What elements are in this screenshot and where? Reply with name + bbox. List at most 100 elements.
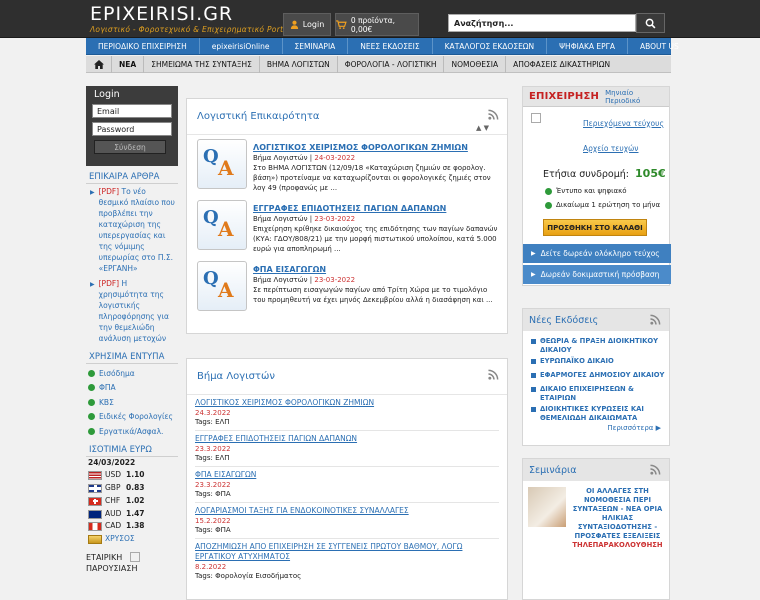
square-bullet-icon (531, 407, 536, 412)
forms-item-label: ΚΒΣ (99, 397, 114, 407)
feature-item: Δικαίωμα 1 ερώτηση το μήνα (545, 201, 660, 209)
rss-icon[interactable] (650, 314, 661, 325)
fx-row[interactable]: ΧΡΥΣΟΣ (86, 533, 178, 546)
email-field[interactable] (92, 104, 172, 118)
search-icon (645, 18, 656, 28)
subnav-apofaseis[interactable]: ΑΠΟΦΑΣΕΙΣ ΔΙΚΑΣΤΗΡΙΩΝ (506, 56, 617, 73)
article-item[interactable]: ▶ [PDF] Η χρησιμότητα της λογιστικής πλη… (86, 276, 178, 346)
seminar-item[interactable]: ΟΙ ΑΛΛΑΓΕΣ ΣΤΗ ΝΟΜΟΘΕΣΙΑ ΠΕΡΙ ΣΥΝΤΑΞΕΩΝ … (523, 481, 669, 556)
magazine-brand[interactable]: ΕΠΙΧΕΙΡΗΣΗ (529, 91, 599, 102)
rss-icon[interactable] (650, 464, 661, 475)
free-issue-link[interactable]: ▶ Δείτε δωρεάν ολόκληρο τεύχος (523, 244, 671, 263)
nav-about[interactable]: ABOUT US (628, 38, 691, 54)
article-title: Το νέο θεσμικό πλαίσιο που προβλέπει την… (98, 187, 175, 273)
flag-usa-icon (88, 471, 102, 481)
release-item[interactable]: ΘΕΩΡΙΑ & ΠΡΑΞΗ ΔΙΟΙΚΗΤΙΚΟΥ ΔΙΚΑΙΟΥ (523, 336, 669, 356)
nav-psifiaka[interactable]: ΨΗΦΙΑΚΑ ΕΡΓΑ (547, 38, 628, 54)
more-releases-link[interactable]: Περισσότερα ▶ (523, 424, 669, 432)
subnav-simeioma[interactable]: ΣΗΜΕΙΩΜΑ ΤΗΣ ΣΥΝΤΑΞΗΣ (144, 55, 260, 73)
news-item[interactable]: QA ΕΓΓΡΑΦΕΣ ΕΠΙΔΟΤΗΣΕΙΣ ΠΑΓΙΩΝ ΔΑΠΑΝΩΝ Β… (187, 196, 507, 257)
search-input[interactable] (448, 14, 636, 32)
vima-item-date: 8.2.2022 (195, 563, 227, 571)
news-item-title[interactable]: ΕΓΓΡΑΦΕΣ ΕΠΙΔΟΤΗΣΕΙΣ ΠΑΓΙΩΝ ΔΑΠΑΝΩΝ (253, 204, 499, 213)
seminar-image[interactable] (528, 487, 566, 527)
release-item[interactable]: ΔΙΟΙΚΗΤΙΚΕΣ ΚΥΡΩΣΕΙΣ ΚΑΙ ΘΕΜΕΛΙΩΔΗ ΔΙΚΑΙ… (523, 404, 669, 424)
login-box: Login Σύνδεση (86, 86, 178, 166)
release-item[interactable]: ΕΥΡΩΠΑΪΚΟ ΔΙΚΑΙΟ (523, 356, 669, 370)
fx-value: 1.10 (126, 470, 145, 480)
news-panel-header: Λογιστική Επικαιρότητα ▲ ▼ (187, 99, 507, 135)
vima-item[interactable]: ΛΟΓΙΣΤΙΚΟΣ ΧΕΙΡΙΣΜΟΣ ΦΟΡΟΛΟΓΙΚΩΝ ΖΗΜΙΩΝ … (195, 395, 499, 431)
login-button-label: Login (302, 20, 325, 29)
seminars-box: Σεμινάρια ΟΙ ΑΛΛΑΓΕΣ ΣΤΗ ΝΟΜΟΘΕΣΙΑ ΠΕΡΙ … (522, 458, 670, 600)
user-icon (290, 20, 298, 29)
nav-periodiko[interactable]: ΠΕΡΙΟΔΙΚΟ ΕΠΙΧΕΙΡΗΣΗ (86, 38, 200, 54)
vima-item-title[interactable]: ΑΠΟΖΗΜΙΩΣΗ ΑΠΟ ΕΠΙΧΕΙΡΗΣΗ ΣΕ ΣΥΓΓΕΝΕΙΣ Π… (195, 542, 499, 562)
vima-item[interactable]: ΦΠΑ ΕΙΣΑΓΩΓΩΝ 23.3.2022 Tags: ΦΠΑ (195, 467, 499, 503)
price-value: 105€ (635, 167, 666, 180)
login-submit-button[interactable]: Σύνδεση (94, 140, 166, 154)
rss-icon[interactable] (488, 109, 499, 120)
subnav-forologia[interactable]: ΦΟΡΟΛΟΓΙΑ - ΛΟΓΙΣΤΙΚΗ (338, 55, 445, 73)
vima-item[interactable]: ΑΠΟΖΗΜΙΩΣΗ ΑΠΟ ΕΠΙΧΕΙΡΗΣΗ ΣΕ ΣΥΓΓΕΝΕΙΣ Π… (195, 539, 499, 585)
nav-epixeirisionline[interactable]: epixeirisiOnline (200, 38, 283, 54)
feature-label: Έντυπο και ψηφιακό (556, 187, 627, 195)
qa-icon: QA (197, 139, 247, 189)
forms-item[interactable]: Εισόδημα (86, 366, 178, 381)
login-box-title: Login (94, 89, 120, 100)
check-icon (545, 201, 552, 209)
forms-item[interactable]: ΚΒΣ (86, 395, 178, 410)
vima-item-tags: Tags: ΕΛΠ (195, 418, 230, 426)
vima-item[interactable]: ΕΓΓΡΑΦΕΣ ΕΠΙΔΟΤΗΣΕΙΣ ΠΑΓΙΩΝ ΔΑΠΑΝΩΝ 23.3… (195, 431, 499, 467)
fx-value: 0.83 (126, 483, 145, 493)
nav-katalogos[interactable]: ΚΑΤΑΛΟΓΟΣ ΕΚΔΟΣΕΩΝ (433, 38, 548, 54)
subnav-nea[interactable]: ΝΕΑ (112, 55, 145, 73)
vima-item-title[interactable]: ΦΠΑ ΕΙΣΑΓΩΓΩΝ (195, 470, 499, 480)
vima-item-title[interactable]: ΛΟΓΑΡΙΑΣΜΟΙ ΤΑΞΗΣ ΓΙΑ ΕΝΔΟΚΟΙΝΟΤΙΚΕΣ ΣΥΝ… (195, 506, 499, 516)
subnav-nomothesia[interactable]: ΝΟΜΟΘΕΣΙΑ (444, 55, 507, 73)
news-item[interactable]: QA ΛΟΓΙΣΤΙΚΟΣ ΧΕΙΡΙΣΜΟΣ ΦΟΡΟΛΟΓΙΚΩΝ ΖΗΜΙ… (187, 135, 507, 196)
nav-nees-ekdoseis[interactable]: ΝΕΕΣ ΕΚΔΟΣΕΙΣ (348, 38, 433, 54)
add-to-cart-button[interactable]: ΠΡΟΣΘΗΚΗ ΣΤΟ ΚΑΛΑΘΙ (543, 219, 647, 236)
search-button[interactable] (636, 13, 665, 33)
article-item[interactable]: ▶ [PDF] Το νέο θεσμικό πλαίσιο που προβλ… (86, 184, 178, 276)
password-field[interactable] (92, 122, 172, 136)
release-title: ΕΦΑΡΜΟΓΕΣ ΔΗΜΟΣΙΟΥ ΔΙΚΑΙΟΥ (540, 371, 665, 379)
release-title: ΕΥΡΩΠΑΪΚΟ ΔΙΚΑΙΟ (540, 357, 614, 365)
news-item-title[interactable]: ΛΟΓΙΣΤΙΚΟΣ ΧΕΙΡΙΣΜΟΣ ΦΟΡΟΛΟΓΙΚΩΝ ΖΗΜΙΩΝ (253, 143, 499, 152)
release-title: ΔΙΟΙΚΗΤΙΚΕΣ ΚΥΡΩΣΕΙΣ ΚΑΙ ΘΕΜΕΛΙΩΔΗ ΔΙΚΑΙ… (540, 405, 644, 422)
company-presentation[interactable]: ΕΤΑΙΡΙΚΗ ΠΑΡΟΥΣΙΑΣΗ (86, 552, 178, 574)
archive-link[interactable]: Αρχείο τευχών (583, 144, 639, 153)
rss-icon[interactable] (488, 369, 499, 380)
arrow-icon: ▶ (90, 189, 95, 196)
forms-item[interactable]: ΦΠΑ (86, 381, 178, 396)
vima-item-date: 15.2.2022 (195, 517, 231, 525)
sort-arrows[interactable]: ▲ ▼ (476, 124, 489, 132)
magazine-cover-image[interactable] (531, 113, 541, 123)
news-item-date: 24-03-2022 (314, 154, 356, 162)
login-button[interactable]: Login (283, 13, 331, 36)
news-item-title[interactable]: ΦΠΑ ΕΙΣΑΓΩΓΩΝ (253, 265, 499, 274)
issue-contents-link[interactable]: Περιεχόμενα τεύχους (583, 119, 664, 128)
vima-panel-header: Βήμα Λογιστών (187, 359, 507, 395)
home-link[interactable] (86, 55, 112, 73)
subnav-vima[interactable]: ΒΗΜΑ ΛΟΓΙΣΤΩΝ (260, 55, 338, 73)
forms-item[interactable]: Ειδικές Φορολογίες (86, 410, 178, 425)
vima-item-title[interactable]: ΛΟΓΙΣΤΙΚΟΣ ΧΕΙΡΙΣΜΟΣ ΦΟΡΟΛΟΓΙΚΩΝ ΖΗΜΙΩΝ (195, 398, 499, 408)
fx-currency: GBP (105, 483, 121, 493)
site-logo[interactable]: EPIXEIRISI.GR (90, 5, 233, 24)
news-item[interactable]: QA ΦΠΑ ΕΙΣΑΓΩΓΩΝ Βήμα Λογιστών | 23-03-2… (187, 257, 507, 318)
forms-item[interactable]: Εργατικά/Ασφαλ. (86, 424, 178, 439)
subscription-price: Ετήσια συνδρομή: 105€ (543, 167, 666, 180)
nav-seminaria[interactable]: ΣΕΜΙΝΑΡΙΑ (283, 38, 349, 54)
article-title: Η χρησιμότητα της λογιστικής πληροφόρηση… (98, 279, 169, 343)
fx-row: CHF 1.02 (86, 495, 178, 508)
release-item[interactable]: ΔΙΚΑΙΟ ΕΠΙΧΕΙΡΗΣΕΩΝ & ΕΤΑΙΡΙΩΝ (523, 384, 669, 404)
release-item[interactable]: ΕΦΑΡΜΟΓΕΣ ΔΗΜΟΣΙΟΥ ΔΙΚΑΙΟΥ (523, 370, 669, 384)
vima-item-title[interactable]: ΕΓΓΡΑΦΕΣ ΕΠΙΔΟΤΗΣΕΙΣ ΠΑΓΙΩΝ ΔΑΠΑΝΩΝ (195, 434, 499, 444)
vima-item[interactable]: ΛΟΓΑΡΙΑΣΜΟΙ ΤΑΞΗΣ ΓΙΑ ΕΝΔΟΚΟΙΝΟΤΙΚΕΣ ΣΥΝ… (195, 503, 499, 539)
free-trial-link[interactable]: ▶ Δωρεάν δοκιμαστική πρόσβαση (523, 265, 671, 284)
square-bullet-icon (531, 373, 536, 378)
cart-button[interactable]: 0 προϊόντα, 0,00€ (335, 13, 419, 36)
vima-item-tags: Tags: ΦΠΑ (195, 526, 231, 534)
